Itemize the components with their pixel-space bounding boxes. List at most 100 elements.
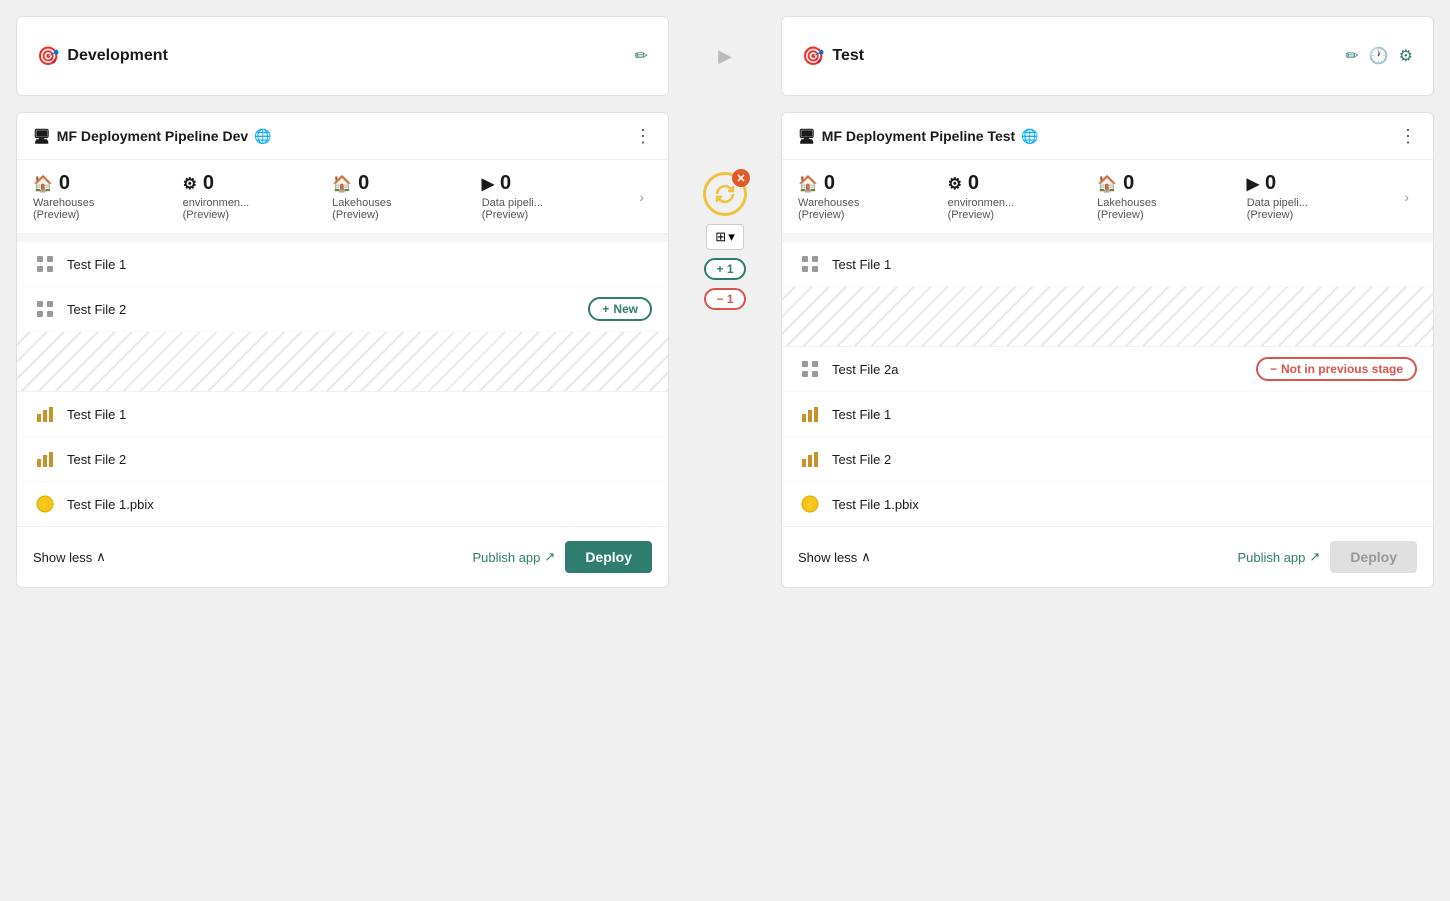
dev-lake-count: 0 [358, 172, 369, 195]
dev-item-icon-chart2 [33, 447, 57, 471]
dev-item-icon-pbix: ⚡ [33, 492, 57, 516]
test-show-less-label: Show less [798, 550, 857, 565]
test-item-badge-not-previous: − Not in previous stage [1256, 357, 1417, 381]
test-settings-icon[interactable]: ⚙ [1399, 46, 1413, 66]
test-item-name-testfile1-chart: Test File 1 [832, 407, 1417, 422]
dev-item-icon-grid2 [33, 297, 57, 321]
test-warehouse-label: Warehouses(Preview) [798, 197, 859, 221]
test-more-button[interactable]: ⋮ [1399, 127, 1417, 145]
badge-not-previous-minus: − [1270, 362, 1277, 376]
dev-card-footer: Show less ∧ Publish app ↗ Deploy [17, 526, 668, 587]
dev-item-name-testfile1-grid: Test File 1 [67, 257, 652, 272]
dev-item-name-testfile1-chart: Test File 1 [67, 407, 652, 422]
dev-stat-warehouses: 🏠 0 Warehouses(Preview) [33, 172, 183, 221]
dev-pipeline-icon: 🖥 [33, 128, 51, 145]
dev-item-badge-new: + New [588, 297, 652, 321]
test-stage-header: 🎯 Test ✏ 🕐 ⚙ [781, 16, 1434, 96]
dev-env-count: 0 [203, 172, 214, 195]
test-warehouse-icon: 🏠 [798, 174, 818, 194]
svg-text:⚡: ⚡ [805, 500, 815, 510]
test-pipe-count: 0 [1265, 172, 1276, 195]
dev-warehouse-count: 0 [59, 172, 70, 195]
test-pipeline-title-text: MF Deployment Pipeline Test [822, 128, 1015, 144]
dev-pipe-icon: ▶ [482, 174, 494, 194]
test-stage-actions: ✏ 🕐 ⚙ [1345, 46, 1413, 66]
test-pipe-label: Data pipeli...(Preview) [1247, 197, 1308, 221]
test-stat-pipelines: ▶ 0 Data pipeli...(Preview) [1247, 172, 1397, 221]
dev-pipeline-globe-icon: 🌐 [254, 128, 271, 145]
dev-env-label: environmen...(Preview) [183, 197, 250, 221]
test-stat-warehouses: 🏠 0 Warehouses(Preview) [798, 172, 948, 221]
diff-added-text: + 1 [716, 262, 733, 276]
development-edit-icon[interactable]: ✏ [635, 46, 648, 66]
test-item-icon-grid2a [798, 357, 822, 381]
dev-item-icon-chart1 [33, 402, 57, 426]
test-lake-label: Lakehouses(Preview) [1097, 197, 1156, 221]
dev-stat-lakehouses: 🏠 0 Lakehouses(Preview) [332, 172, 482, 221]
test-history-icon[interactable]: 🕐 [1369, 46, 1389, 66]
test-item-icon-pbix: ⚡ [798, 492, 822, 516]
test-item-icon-grid1 [798, 252, 822, 276]
dev-lake-label: Lakehouses(Preview) [332, 197, 391, 221]
dev-stat-environments: ⚙ 0 environmen...(Preview) [183, 172, 333, 221]
development-stage-actions: ✏ [635, 46, 648, 66]
development-stage-name: Development [67, 47, 167, 65]
dev-show-less-button[interactable]: Show less ∧ [33, 549, 106, 565]
dev-item-name-testfile2-grid: Test File 2 [67, 302, 578, 317]
test-stage-title: 🎯 Test [802, 46, 864, 67]
dev-deploy-button[interactable]: Deploy [565, 541, 652, 573]
dev-lake-icon: 🏠 [332, 174, 352, 194]
test-edit-icon[interactable]: ✏ [1345, 46, 1358, 66]
dev-more-button[interactable]: ⋮ [634, 127, 652, 145]
pipeline-cards-row: 🖥 MF Deployment Pipeline Dev 🌐 ⋮ 🏠 0 War… [16, 112, 1434, 588]
diff-added-badge: + 1 [704, 258, 745, 280]
dev-publish-icon: ↗ [544, 549, 555, 565]
dev-card-header: 🖥 MF Deployment Pipeline Dev 🌐 ⋮ [17, 113, 668, 160]
dev-deploy-label: Deploy [585, 549, 632, 565]
dev-warehouse-icon: 🏠 [33, 174, 53, 194]
test-items-section: Test File 1 Test File 2a − Not in [782, 242, 1433, 526]
test-item-testfile1-grid: Test File 1 [782, 242, 1433, 287]
middle-connector: ✕ ⊞ ▾ + 1 − 1 [685, 112, 765, 310]
dev-stat-pipelines: ▶ 0 Data pipeli...(Preview) [482, 172, 632, 221]
test-publish-icon: ↗ [1309, 549, 1320, 565]
test-pipe-icon: ▶ [1247, 174, 1259, 194]
badge-not-previous-label: Not in previous stage [1281, 362, 1403, 376]
svg-text:⚡: ⚡ [40, 500, 50, 510]
dev-show-less-label: Show less [33, 550, 92, 565]
test-item-name-testfile2a-grid: Test File 2a [832, 362, 1246, 377]
test-item-icon-chart2 [798, 447, 822, 471]
refresh-status-icon: ✕ [703, 172, 747, 216]
badge-new-plus: + [602, 302, 609, 316]
test-stat-environments: ⚙ 0 environmen...(Preview) [948, 172, 1098, 221]
development-stage-title: 🎯 Development [37, 46, 168, 67]
test-pipeline-globe-icon: 🌐 [1021, 128, 1038, 145]
top-arrow-connector: ▶ [685, 46, 765, 67]
test-show-less-button[interactable]: Show less ∧ [798, 549, 871, 565]
refresh-error-icon: ✕ [732, 169, 750, 187]
test-publish-button[interactable]: Publish app ↗ [1237, 549, 1320, 565]
dev-stat-arrow[interactable]: › [631, 189, 652, 205]
compare-chevron: ▾ [728, 229, 735, 245]
dev-items-section: Test File 1 Test File 2 + New [17, 242, 668, 526]
dev-show-less-chevron: ∧ [96, 549, 106, 565]
test-env-icon: ⚙ [948, 174, 962, 194]
dev-pipe-count: 0 [500, 172, 511, 195]
test-env-count: 0 [968, 172, 979, 195]
test-hatch-area [782, 287, 1433, 347]
test-deploy-label: Deploy [1350, 549, 1397, 565]
dev-footer-right: Publish app ↗ Deploy [472, 541, 652, 573]
dev-item-testfile1-grid: Test File 1 [17, 242, 668, 287]
dev-item-name-testfile1-pbix: Test File 1.pbix [67, 497, 652, 512]
test-card-title: 🖥 MF Deployment Pipeline Test 🌐 [798, 128, 1039, 145]
diff-removed-text: − 1 [716, 292, 733, 306]
test-stat-arrow[interactable]: › [1396, 189, 1417, 205]
dev-item-name-testfile2-chart: Test File 2 [67, 452, 652, 467]
compare-button[interactable]: ⊞ ▾ [706, 224, 743, 250]
diff-removed-badge: − 1 [704, 288, 745, 310]
dev-pipe-label: Data pipeli...(Preview) [482, 197, 543, 221]
dev-item-testfile2-grid: Test File 2 + New [17, 287, 668, 332]
development-stage-icon: 🎯 [37, 46, 59, 67]
test-item-icon-chart1 [798, 402, 822, 426]
dev-publish-button[interactable]: Publish app ↗ [472, 549, 555, 565]
